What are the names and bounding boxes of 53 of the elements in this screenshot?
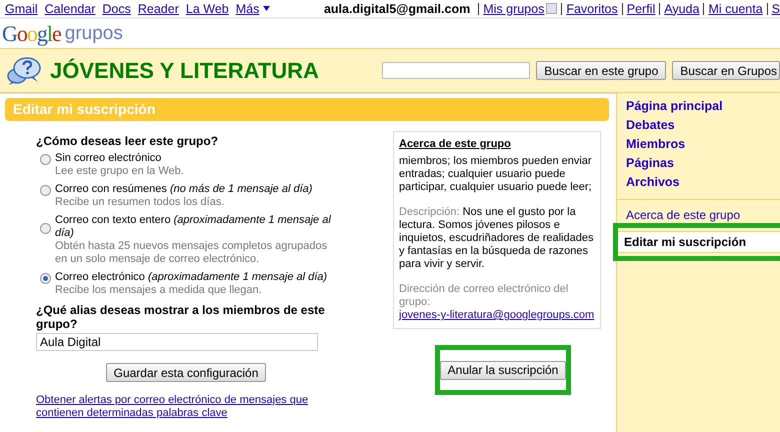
search-button[interactable]: Buscar en este grupo [536,61,666,80]
permissions-text: miembros; los miembros pueden enviar entradas; cualquier usuario puede participar, cualquier usuario puede leer; [399,155,593,194]
sidebar-item[interactable]: Acerca de este grupo [617,207,780,223]
sidebar-link[interactable]: Debates [617,116,780,135]
account-link[interactable]: Perfil [626,2,656,16]
description-text: Descripción: Nos une el gusto por la lectura. Somos jóvenes pilosos e inquietos, escudriñadores de realidades y fantasías en la búsqueda de razones para vivir y servir. [399,206,594,271]
sidebar-link[interactable]: Miembros [617,135,780,154]
save-button[interactable]: Guardar esta configuración [106,363,266,382]
sidebar-link[interactable]: Páginas [617,154,780,173]
option-label[interactable]: Correo con resúmenes (no más de 1 mensaje al día) [55,183,312,196]
unsubscribe-button[interactable]: Anular la suscripción [440,360,566,380]
about-title: Acerca de este grupo [399,138,512,151]
radio-button[interactable] [40,185,51,196]
option-label[interactable]: Correo electrónico (aproximadamente 1 mensaje al día) [55,271,328,284]
group-title[interactable]: JÓVENES Y LITERATURA [50,58,319,84]
sidebar-item[interactable]: Editar mi suscripción [618,231,780,253]
account-link[interactable]: Ayuda [664,2,700,16]
radio-button[interactable] [40,223,51,234]
product-name: grupos [64,22,123,44]
option-hint: Recibe un resumen todos los días. [55,196,226,209]
google-logo[interactable]: Google [2,20,61,46]
nav-link[interactable]: Calendar [44,2,96,16]
account-link[interactable]: Mi cuenta [708,2,763,16]
question-label: ¿Cómo deseas leer este grupo? [36,134,220,148]
email-label: Dirección de correo electrónico del grupo: [399,283,570,309]
option-hint: Lee este grupo en la Web. [55,165,184,178]
option-label[interactable]: Sin correo electrónico [55,152,184,165]
menu-link[interactable]: Más [236,2,260,16]
sidebar-link[interactable]: Página principal [617,97,780,116]
question-label: ¿Qué alias deseas mostrar a los miembros de este grupo? [36,303,326,331]
nav-link[interactable]: Reader [138,2,179,16]
dropdown-icon[interactable] [546,3,558,14]
account-link[interactable]: Favoritos [566,2,618,16]
email-link[interactable]: jovenes-y-literatura@googlegroups.com [399,309,595,322]
account-email: aula.digital5@gmail.com [324,2,470,16]
radio-button[interactable] [40,273,51,284]
caret-icon[interactable] [263,6,270,11]
alias-field[interactable]: Aula Digital [36,333,318,351]
search-field[interactable] [382,62,530,79]
nav-link[interactable]: Gmail [5,2,38,16]
alerts-link[interactable]: Obtener alertas por correo electrónico de mensajes que contienen determinadas palabras clave [36,394,356,420]
account-link[interactable]: S [772,2,780,16]
option-hint: Recibe los mensajes a medida que llegan. [55,284,263,297]
panel-title: Editar mi suscripción [5,98,609,121]
option-label[interactable]: Correo con texto entero (aproximadamente 1 mensaje al día) [55,214,336,240]
sidebar-link[interactable]: Archivos [617,173,780,192]
account-link[interactable]: Mis grupos [483,2,544,16]
nav-link[interactable]: Docs [102,2,131,16]
radio-button[interactable] [40,154,51,165]
option-hint: Obtén hasta 25 nuevos mensajes completos agrupados en un solo mensaje de correo electrónico. [55,240,328,266]
nav-link[interactable]: La Web [186,2,229,16]
speech-bubbles-icon [6,56,42,86]
search-button[interactable]: Buscar en Grupos [672,61,780,80]
